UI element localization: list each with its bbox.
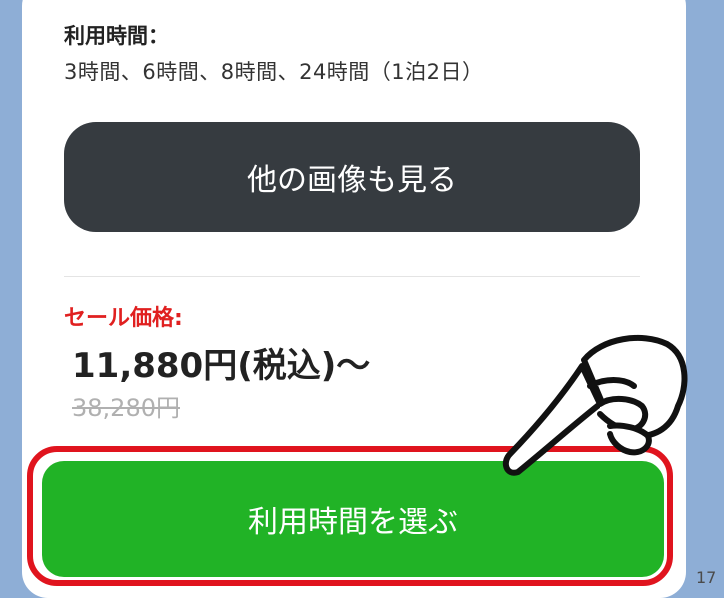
sale-price-label: セール価格: [64,306,183,331]
divider [64,276,640,277]
usage-time-value: 3時間、6時間、8時間、24時間（1泊2日） [64,60,484,84]
original-price: 38,280円 [72,394,180,422]
page-number: 17 [696,568,717,587]
usage-time-label: 利用時間： [64,24,169,48]
more-images-button[interactable]: 他の画像も見る [64,122,640,232]
pointing-hand-icon [502,335,688,476]
sale-price: 11,880円(税込)〜 [72,346,371,386]
